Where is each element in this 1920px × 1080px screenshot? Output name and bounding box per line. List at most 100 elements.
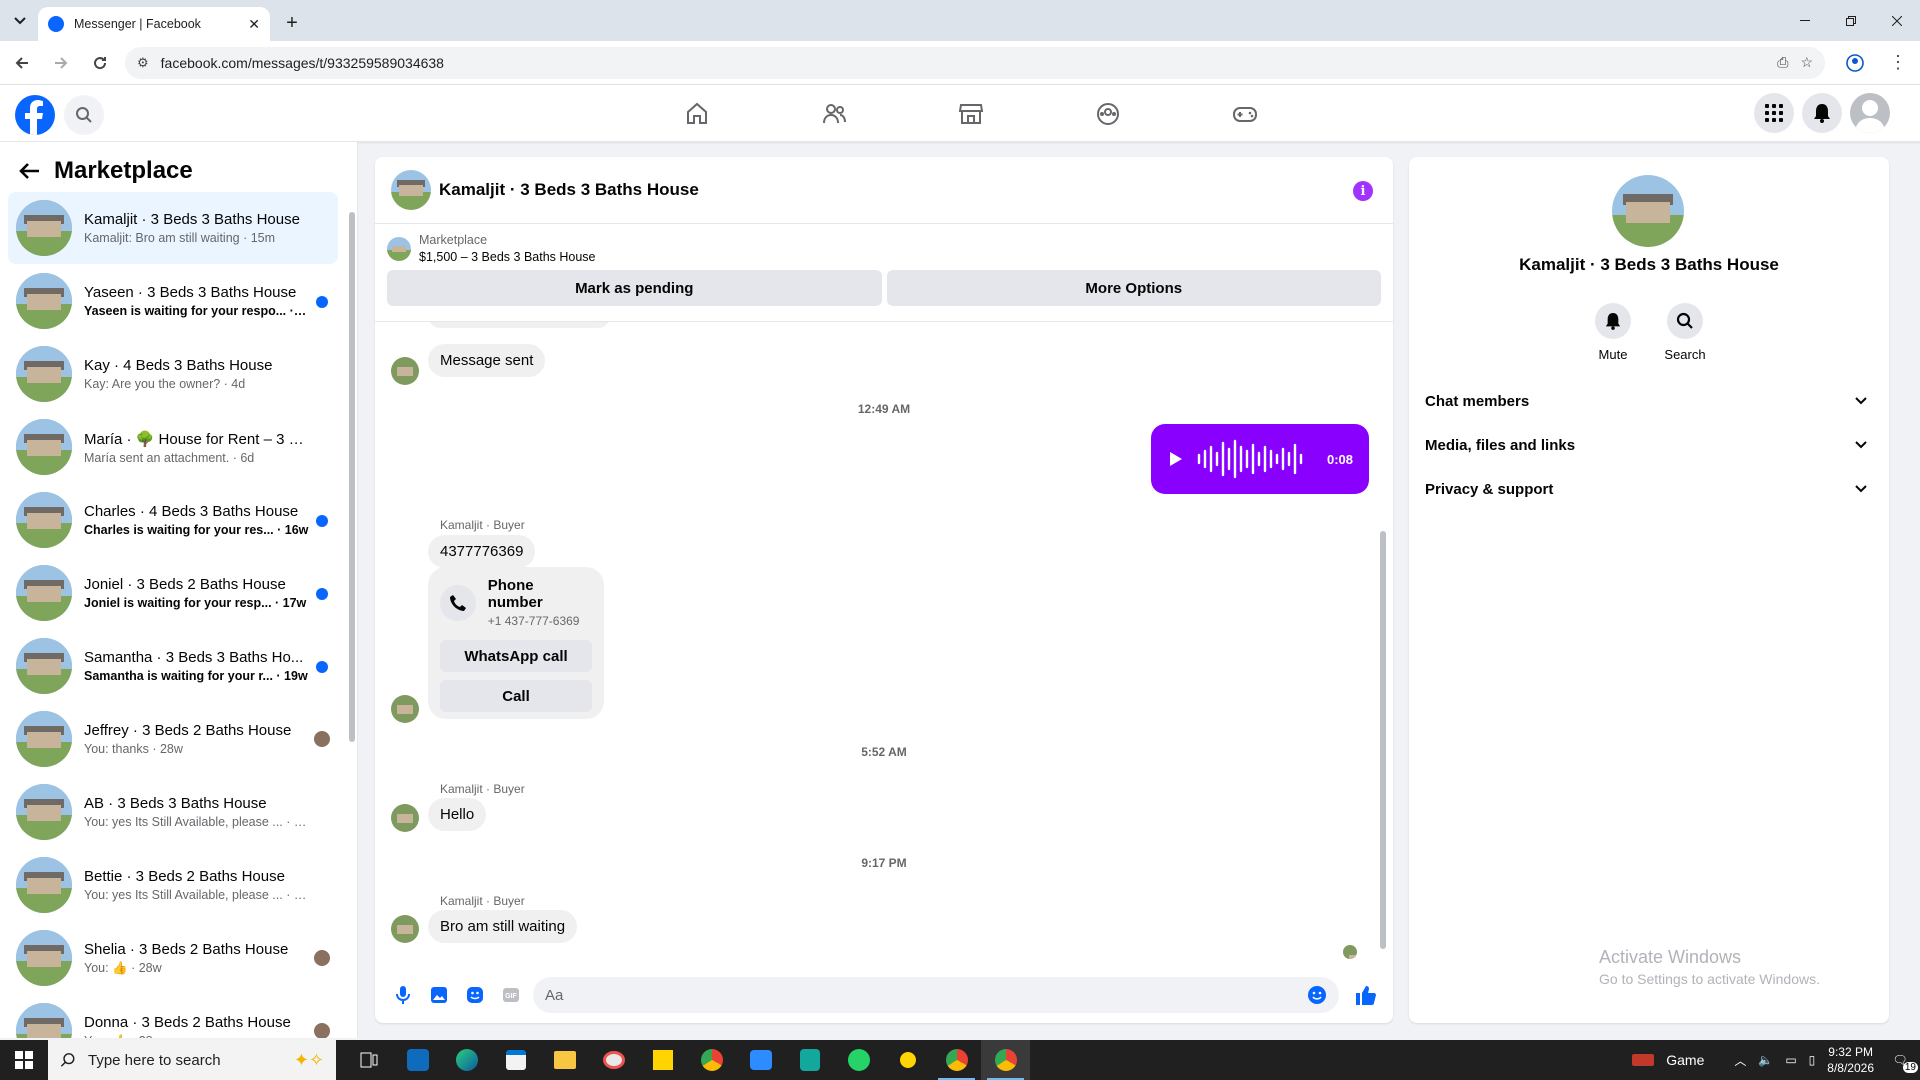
home-nav-icon[interactable] <box>628 85 765 142</box>
chat-members-section[interactable]: Chat members <box>1425 379 1873 423</box>
paint-app-icon[interactable] <box>589 1040 638 1080</box>
close-tab-icon[interactable]: ✕ <box>248 16 260 33</box>
game-icon[interactable] <box>1632 1054 1655 1066</box>
message-bubble[interactable]: Message sent <box>428 344 546 377</box>
sender-label: Kamaljit · Buyer <box>440 782 525 796</box>
message-input[interactable]: Aa <box>533 977 1339 1013</box>
thumbs-up-icon[interactable] <box>1347 977 1383 1013</box>
windows-start-icon[interactable] <box>0 1040 48 1080</box>
profile-icon[interactable] <box>1838 46 1872 80</box>
forward-button[interactable] <box>44 46 78 80</box>
listing-price-title[interactable]: $1,500 – 3 Beds 3 Baths House <box>419 250 596 264</box>
facebook-logo[interactable] <box>15 95 55 135</box>
scanner-app-icon[interactable] <box>883 1040 932 1080</box>
notification-center[interactable]: 🗨 19 <box>1886 1053 1918 1073</box>
gaming-nav-icon[interactable] <box>1176 85 1313 142</box>
tab-search-button[interactable] <box>6 7 34 35</box>
marketplace-nav-icon[interactable] <box>902 85 1039 142</box>
account-avatar[interactable] <box>1850 93 1890 133</box>
sender-avatar[interactable] <box>391 915 419 943</box>
play-icon[interactable] <box>1169 451 1183 467</box>
conversation-item[interactable]: Jeffrey · 3 Beds 2 Baths House You: thank… <box>8 703 338 775</box>
media-files-links-section[interactable]: Media, files and links <box>1425 423 1873 467</box>
listing-thumbnail[interactable] <box>387 236 411 261</box>
battery-icon[interactable]: ▯ <box>1809 1053 1816 1067</box>
emoji-icon[interactable] <box>1307 985 1327 1005</box>
conversation-item[interactable]: Shelia · 3 Beds 2 Baths House You: 👍 · 28… <box>8 922 338 994</box>
game-label[interactable]: Game <box>1666 1052 1704 1068</box>
reload-button[interactable] <box>83 46 117 80</box>
outlook-app-icon[interactable] <box>393 1040 442 1080</box>
sender-avatar[interactable] <box>391 357 419 385</box>
message-bubble[interactable]: 4377776369 <box>428 535 536 568</box>
volume-icon[interactable]: 🔈 <box>1758 1053 1773 1067</box>
chrome-profile-window-icon[interactable] <box>981 1040 1030 1080</box>
conversation-item[interactable]: Donna · 3 Beds 2 Baths House You: 👍 · 28w <box>8 995 338 1038</box>
chrome-window-icon[interactable] <box>932 1040 981 1080</box>
chrome-app-icon[interactable] <box>687 1040 736 1080</box>
info-icon[interactable]: i <box>1353 181 1373 201</box>
conversation-item[interactable]: Kay · 4 Beds 3 Baths House Kay: Are you t… <box>8 338 338 410</box>
notifications-bell-icon[interactable] <box>1802 93 1842 133</box>
chevron-up-icon[interactable]: ︿ <box>1734 1052 1746 1069</box>
clock[interactable]: 9:32 PM 8/8/2026 <box>1827 1044 1874 1076</box>
restore-button[interactable] <box>1828 0 1874 41</box>
conversation-item[interactable]: Bettie · 3 Beds 2 Baths House You: yes It… <box>8 849 338 921</box>
privacy-support-section[interactable]: Privacy & support <box>1425 467 1873 511</box>
bookmark-star-icon[interactable]: ☆ <box>1800 54 1813 71</box>
back-button[interactable] <box>5 46 39 80</box>
conversation-item[interactable]: María · 🌳 House for Rent – 3 Be... María … <box>8 411 338 483</box>
install-app-icon[interactable]: ⎙ <box>1777 54 1788 71</box>
chrome-menu-icon[interactable]: ⋮ <box>1881 46 1915 80</box>
back-arrow-icon[interactable] <box>18 162 40 180</box>
call-button[interactable]: Call <box>440 680 592 712</box>
conversation-item[interactable]: AB · 3 Beds 3 Baths House You: yes Its St… <box>8 776 338 848</box>
conversation-item[interactable]: Samantha · 3 Beds 3 Baths Ho... Samantha … <box>8 630 338 702</box>
photo-icon[interactable] <box>421 977 457 1013</box>
sender-avatar[interactable] <box>391 804 419 832</box>
conversation-item[interactable]: Joniel · 3 Beds 2 Baths House Joniel is w… <box>8 557 338 629</box>
phone-card-number: +1 437-777-6369 <box>487 614 580 628</box>
friends-nav-icon[interactable] <box>765 85 902 142</box>
voice-recorder-icon[interactable] <box>785 1040 834 1080</box>
teams-app-icon[interactable] <box>736 1040 785 1080</box>
whatsapp-call-button[interactable]: WhatsApp call <box>440 640 592 672</box>
voice-message[interactable]: 0:08 <box>1151 424 1369 494</box>
facebook-search-button[interactable] <box>64 95 104 135</box>
chat-avatar[interactable] <box>391 170 431 210</box>
mute-button[interactable]: Mute <box>1595 303 1631 362</box>
conversation-item[interactable]: Kamaljit · 3 Beds 3 Baths House Kamaljit:… <box>8 192 338 264</box>
microphone-icon[interactable] <box>385 977 421 1013</box>
file-explorer-icon[interactable] <box>540 1040 589 1080</box>
message-scrollbar[interactable] <box>1379 321 1387 961</box>
search-in-chat-button[interactable]: Search <box>1664 303 1706 362</box>
taskbar-search-box[interactable]: Type here to search ✦✧ <box>48 1040 336 1080</box>
conversation-item[interactable]: Yaseen · 3 Beds 3 Baths House Yaseen is w… <box>8 265 338 337</box>
chat-title[interactable]: Kamaljit · 3 Beds 3 Baths House <box>439 180 699 200</box>
conversation-item[interactable]: Charles · 4 Beds 3 Baths House Charles is… <box>8 484 338 556</box>
close-window-button[interactable] <box>1874 0 1920 41</box>
site-info-icon[interactable]: ⚙ <box>137 55 149 71</box>
minimize-button[interactable] <box>1782 0 1828 41</box>
store-app-icon[interactable] <box>491 1040 540 1080</box>
new-tab-button[interactable]: + <box>278 9 306 37</box>
message-bubble[interactable]: Bro am still waiting <box>428 910 578 943</box>
message-bubble[interactable]: Hello <box>428 798 487 831</box>
sticky-notes-icon[interactable] <box>638 1040 687 1080</box>
whatsapp-app-icon[interactable] <box>834 1040 883 1080</box>
contact-avatar[interactable] <box>1612 175 1684 247</box>
edge-app-icon[interactable] <box>442 1040 491 1080</box>
more-options-button[interactable]: More Options <box>886 270 1381 306</box>
network-icon[interactable]: ▭ <box>1785 1053 1796 1067</box>
sticker-icon[interactable] <box>457 977 493 1013</box>
sender-avatar[interactable] <box>391 695 419 723</box>
groups-nav-icon[interactable] <box>1039 85 1176 142</box>
mark-as-pending-button[interactable]: Mark as pending <box>387 270 882 306</box>
browser-tab[interactable]: Messenger | Facebook ✕ <box>38 7 270 41</box>
menu-grid-icon[interactable] <box>1754 93 1794 133</box>
url-text[interactable]: facebook.com/messages/t/933259589034638 <box>161 55 1766 71</box>
address-bar[interactable]: ⚙ facebook.com/messages/t/93325958903463… <box>125 46 1825 79</box>
task-view-icon[interactable] <box>344 1040 393 1080</box>
sidebar-scrollbar[interactable] <box>348 200 356 1034</box>
gif-icon[interactable]: GIF <box>493 977 529 1013</box>
